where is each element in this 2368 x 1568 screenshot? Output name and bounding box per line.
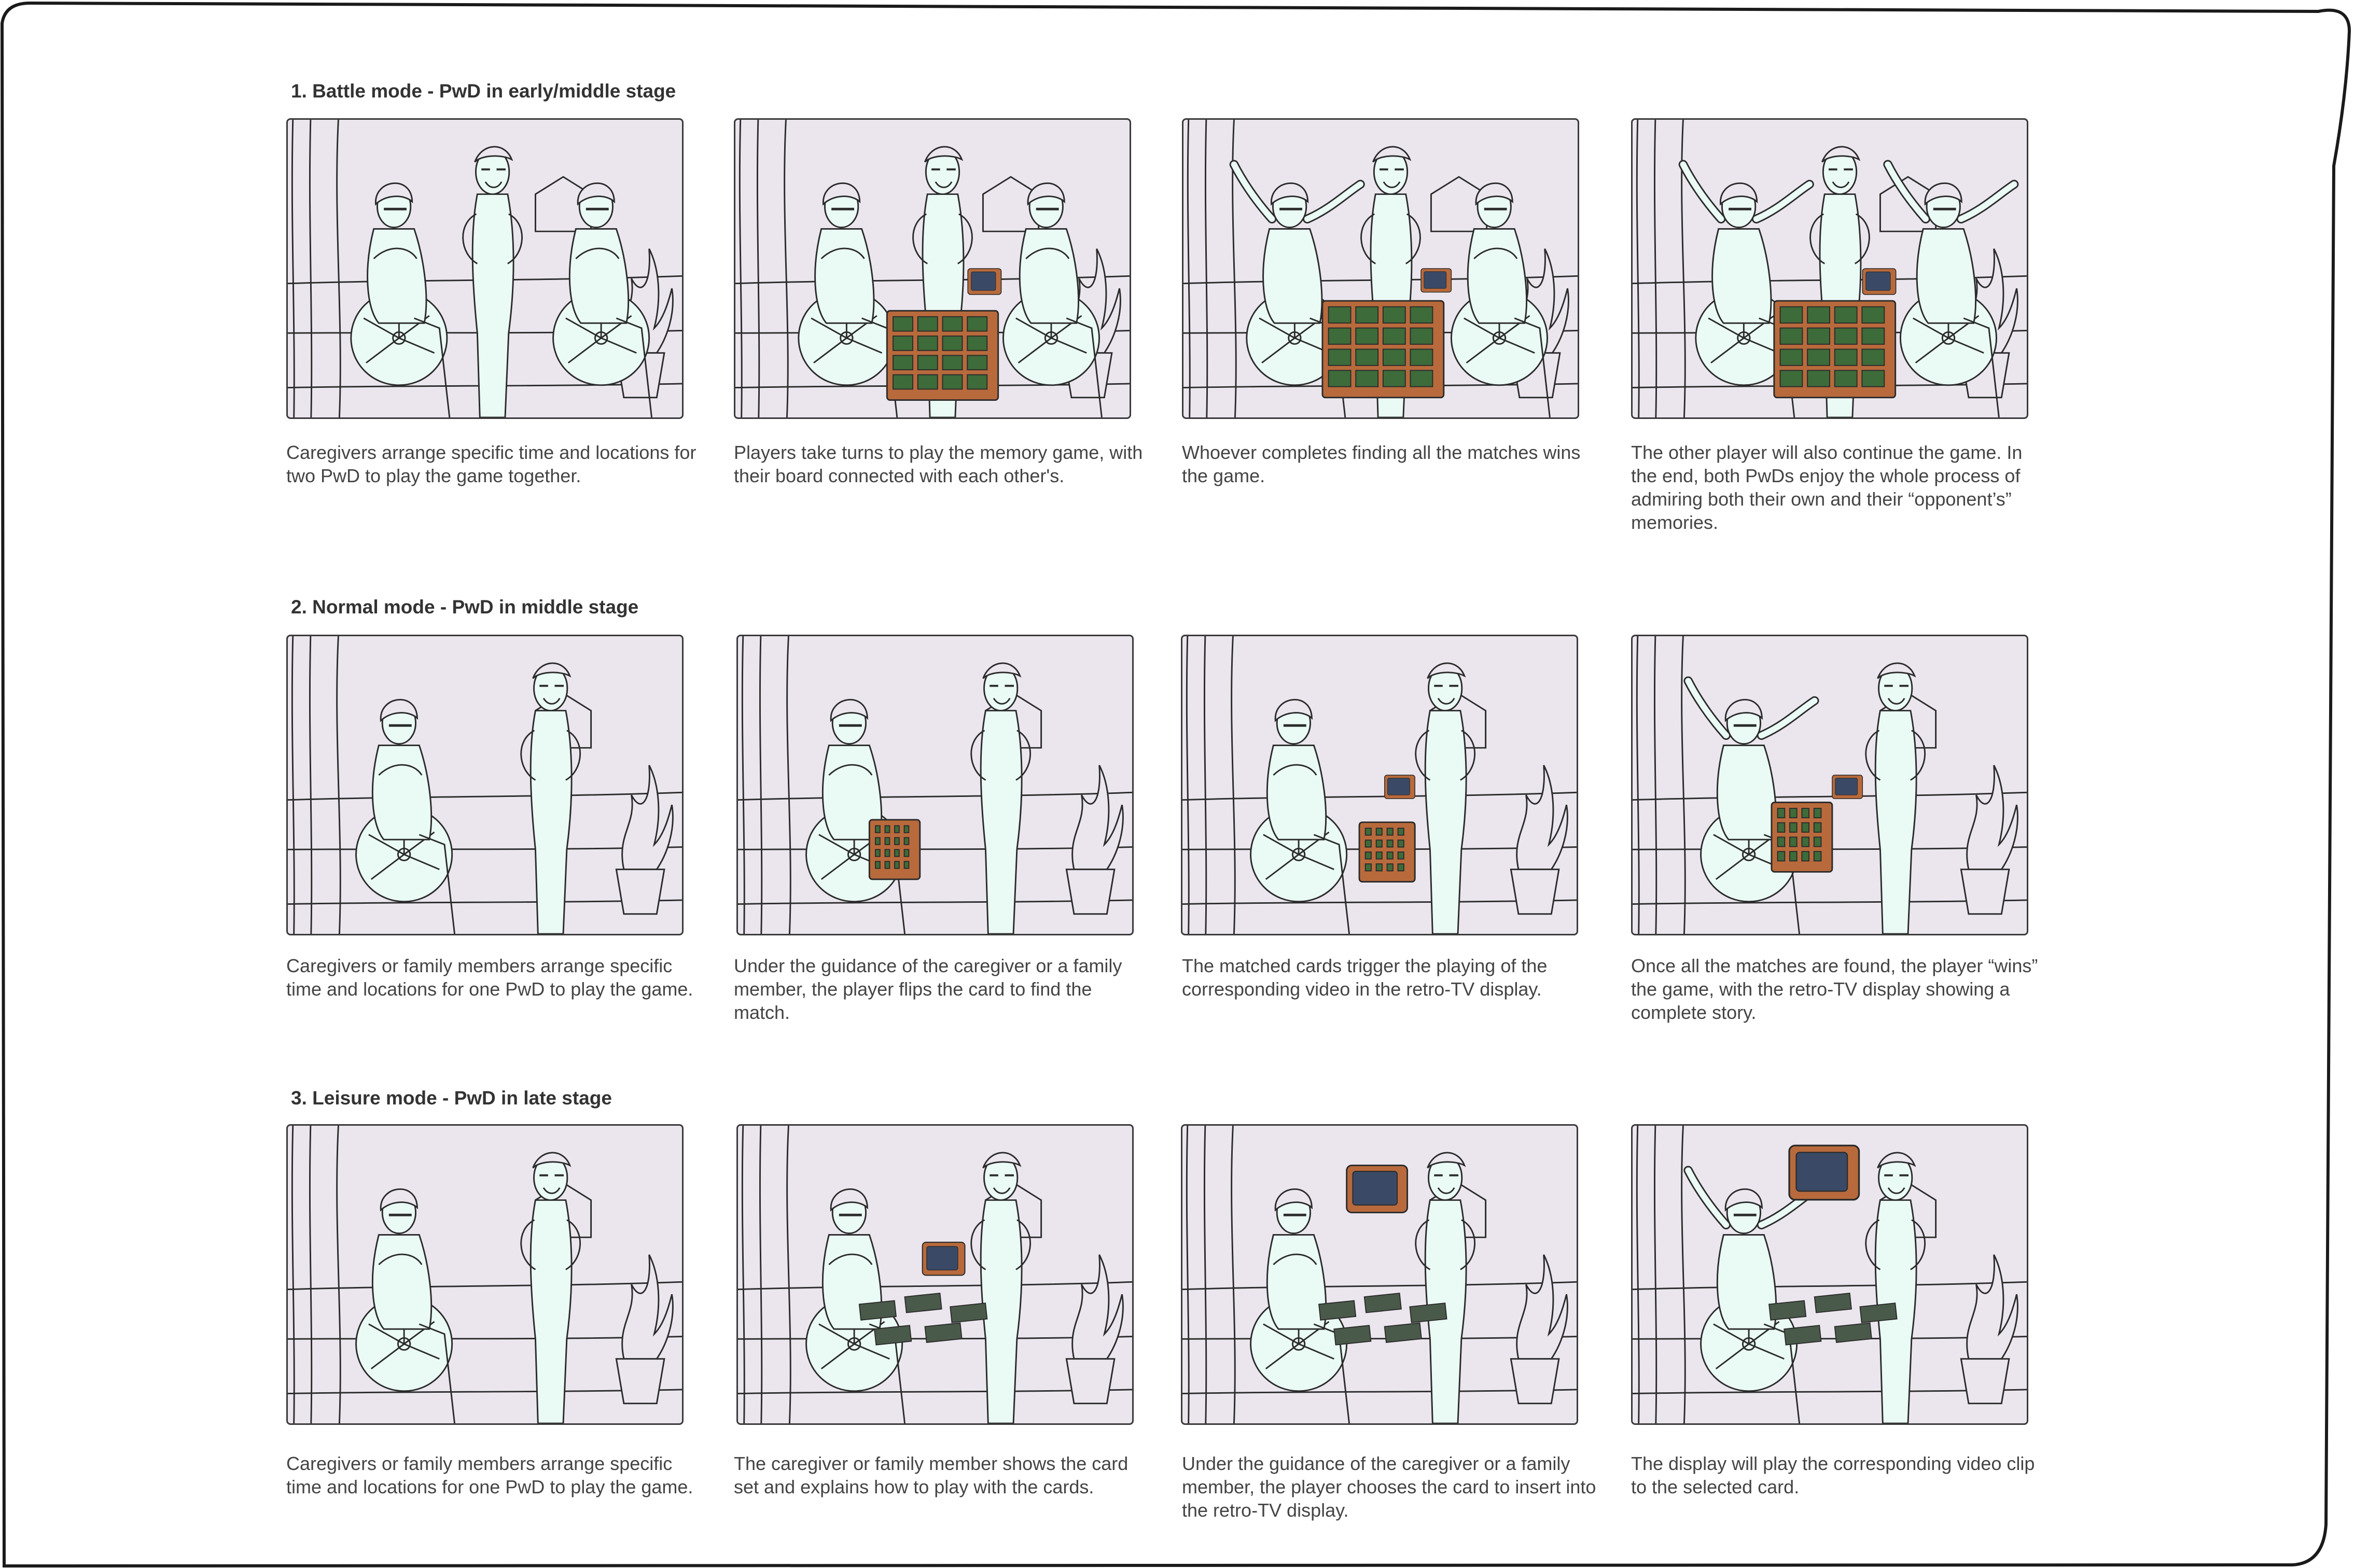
panel-normal-2-illustration <box>738 636 1132 934</box>
caption-normal-4: Once all the matches are found, the play… <box>1631 955 2038 1023</box>
panel-battle-4-illustration <box>1633 120 2027 417</box>
panel-leisure-1-illustration <box>288 1126 682 1423</box>
caption-battle-1: Caregivers arrange specific time and loc… <box>286 442 697 486</box>
caption-leisure-3: Under the guidance of the caregiver or a… <box>1182 1453 1596 1521</box>
caption-leisure-2: The caregiver or family member shows the… <box>734 1453 1129 1497</box>
row-title-leisure-mode: 3. Leisure mode - PwD in late stage <box>291 1087 612 1109</box>
row-title-battle-mode: 1. Battle mode - PwD in early/middle sta… <box>291 80 676 102</box>
panel-leisure-2-illustration <box>738 1126 1132 1423</box>
panel-normal-1 <box>286 635 684 935</box>
caption-battle-2: Players take turns to play the memory ga… <box>734 442 1143 486</box>
panel-normal-1-illustration <box>288 636 682 934</box>
panel-battle-3 <box>1182 118 1579 419</box>
storyboard: 1. Battle mode - PwD in early/middle sta… <box>0 0 2368 1568</box>
panel-battle-3-illustration <box>1183 120 1578 417</box>
panel-normal-4 <box>1631 635 2028 935</box>
panel-leisure-3 <box>1181 1124 1578 1425</box>
panel-leisure-2 <box>736 1124 1134 1425</box>
panel-normal-4-illustration <box>1633 636 2027 934</box>
caption-normal-1: Caregivers or family members arrange spe… <box>286 955 693 1000</box>
panel-normal-3 <box>1181 635 1578 935</box>
panel-battle-2-illustration <box>735 120 1130 417</box>
caption-leisure-4: The display will play the corresponding … <box>1631 1453 2035 1497</box>
row-title-normal-mode: 2. Normal mode - PwD in middle stage <box>291 596 639 618</box>
panel-battle-1-illustration <box>288 120 682 417</box>
panel-normal-3-illustration <box>1182 636 1577 934</box>
caption-normal-3: The matched cards trigger the playing of… <box>1182 955 1548 1000</box>
caption-normal-2: Under the guidance of the caregiver or a… <box>734 955 1122 1023</box>
caption-battle-3: Whoever completes finding all the matche… <box>1182 442 1581 486</box>
caption-leisure-1: Caregivers or family members arrange spe… <box>286 1453 693 1497</box>
panel-leisure-4-illustration <box>1633 1126 2027 1423</box>
panel-battle-1 <box>286 118 684 419</box>
panel-battle-4 <box>1631 118 2028 419</box>
panel-leisure-4 <box>1631 1124 2028 1425</box>
panel-leisure-3-illustration <box>1182 1126 1577 1423</box>
panel-normal-2 <box>736 635 1134 935</box>
panel-battle-2 <box>734 118 1131 419</box>
panel-leisure-1 <box>286 1124 684 1425</box>
caption-battle-4: The other player will also continue the … <box>1631 442 2023 533</box>
